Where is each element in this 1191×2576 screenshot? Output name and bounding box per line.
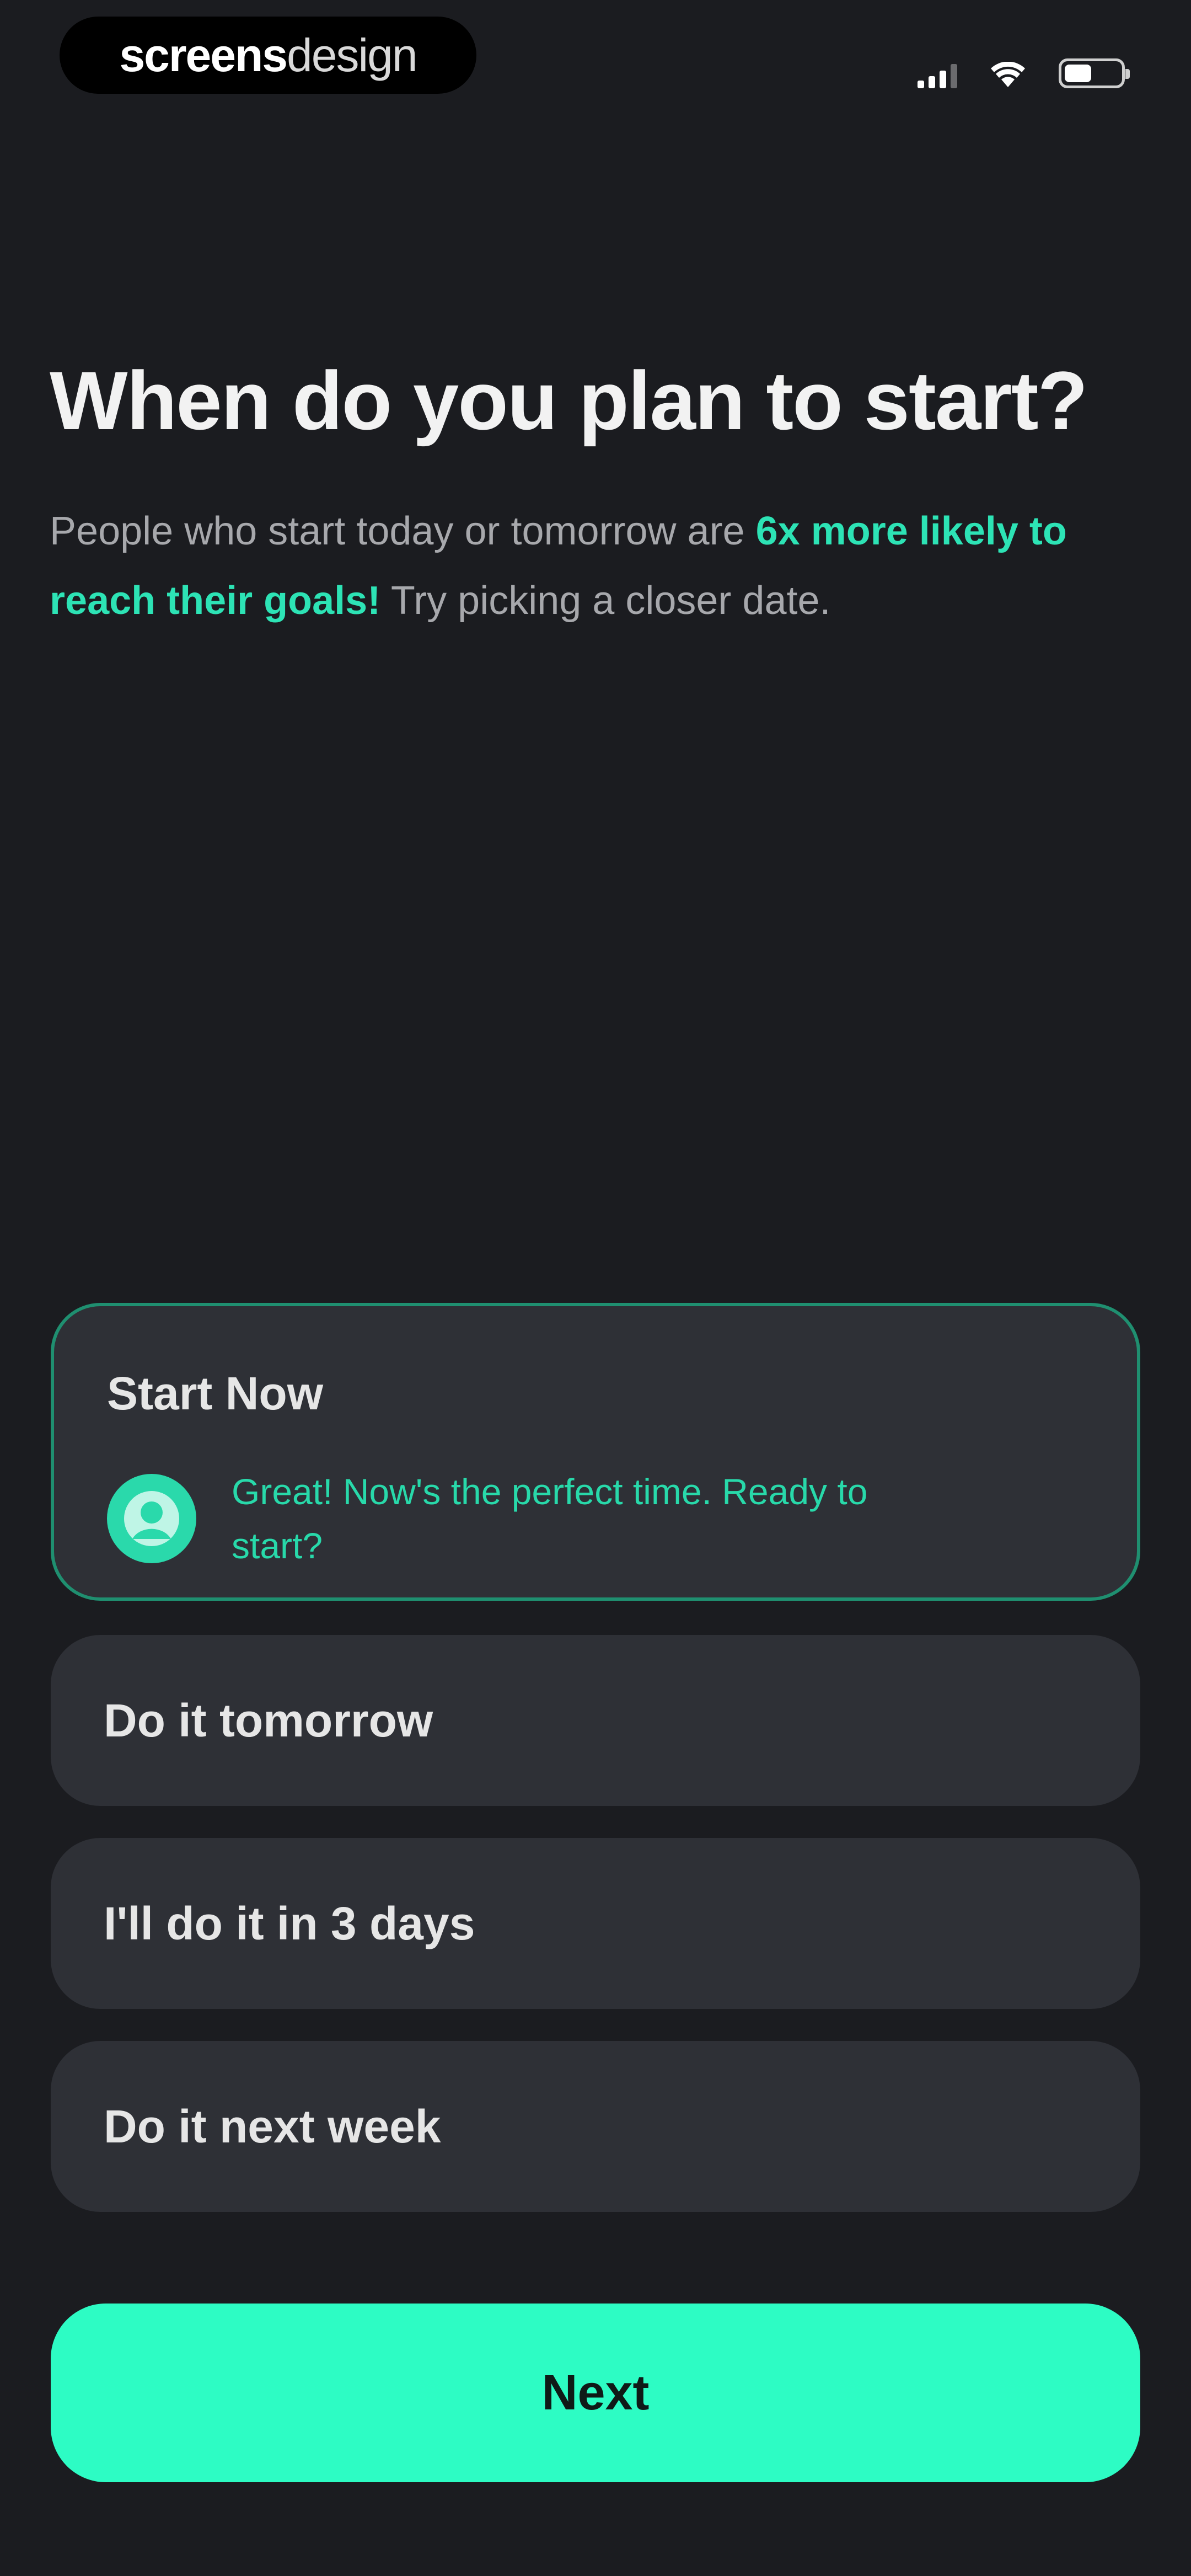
subtitle: People who start today or tomorrow are 6… [50, 496, 1141, 635]
status-bar: screens design [0, 0, 1191, 121]
brand-logo-light: design [287, 29, 418, 81]
coach-avatar-icon [107, 1474, 196, 1563]
option-next-week[interactable]: Do it next week [51, 2041, 1140, 2212]
option-start-now[interactable]: Start Now Great! Now's the perfect time.… [51, 1303, 1140, 1601]
option-label: Do it next week [104, 2100, 441, 2152]
status-icons [918, 50, 1130, 88]
feedback-text: Great! Now's the perfect time. Ready to … [232, 1471, 868, 1566]
option-in-3-days[interactable]: I'll do it in 3 days [51, 1838, 1140, 2009]
option-feedback: Great! Now's the perfect time. Ready to … [107, 1465, 1084, 1573]
brand-logo-bold: screens [119, 29, 288, 81]
battery-icon [1059, 58, 1130, 88]
coach-avatar-glyph [124, 1491, 179, 1546]
option-label: Start Now [107, 1367, 324, 1419]
cellular-signal-icon [918, 63, 957, 88]
option-label: I'll do it in 3 days [104, 1897, 475, 1949]
wifi-icon [991, 62, 1025, 87]
page-title: When do you plan to start? [50, 354, 1088, 447]
brand-logo: screens design [60, 17, 476, 94]
next-button[interactable]: Next [51, 2304, 1140, 2482]
option-do-it-tomorrow[interactable]: Do it tomorrow [51, 1635, 1140, 1806]
subtitle-lead: People who start today or tomorrow are [50, 509, 756, 553]
option-label: Do it tomorrow [104, 1694, 433, 1746]
subtitle-tail: Try picking a closer date. [380, 579, 831, 623]
start-options-list: Start Now Great! Now's the perfect time.… [51, 1303, 1140, 2244]
